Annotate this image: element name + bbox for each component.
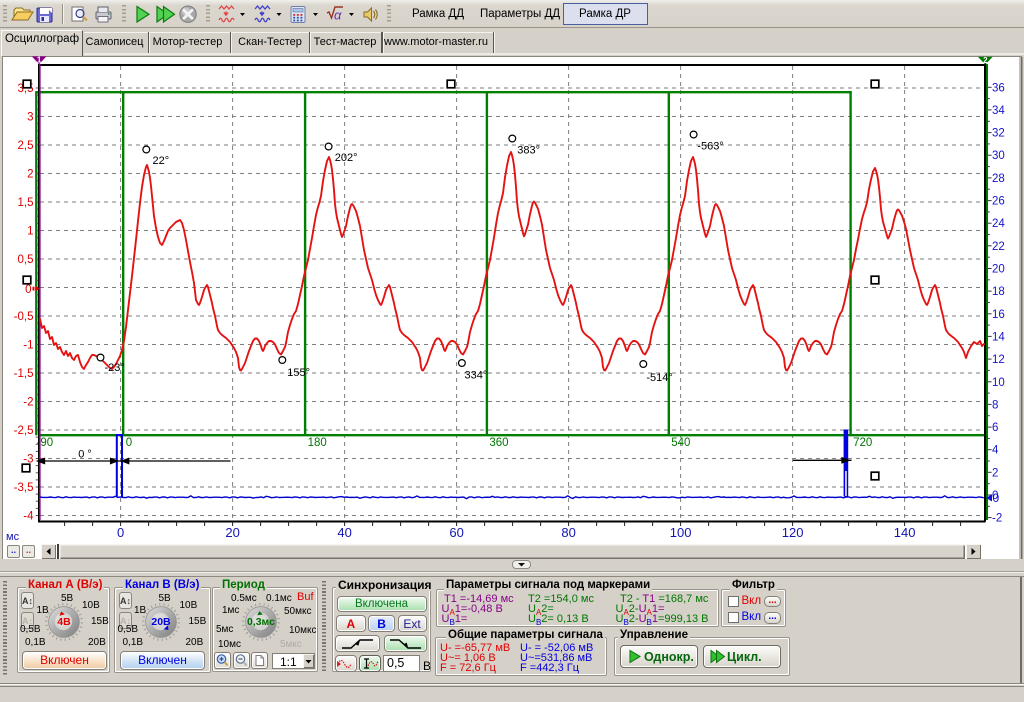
svg-text:20: 20 [225, 525, 239, 540]
svg-text:155°: 155° [287, 367, 310, 379]
svg-text:4: 4 [992, 445, 999, 457]
svg-text:140: 140 [894, 525, 916, 540]
svg-text:3: 3 [27, 112, 33, 124]
svg-text:-2: -2 [23, 397, 33, 409]
svg-text:мс: мс [6, 531, 20, 543]
svg-text:22: 22 [992, 241, 1005, 253]
svg-text:20: 20 [992, 264, 1005, 276]
svg-text:360: 360 [489, 437, 508, 449]
svg-text:12: 12 [992, 354, 1005, 366]
svg-text:0: 0 [993, 491, 1000, 505]
svg-text:1,5: 1,5 [18, 197, 34, 209]
svg-text:-1: -1 [23, 340, 33, 352]
svg-text:1: 1 [37, 56, 42, 65]
svg-text:24: 24 [992, 218, 1005, 230]
svg-text:0: 0 [117, 525, 124, 540]
svg-text:-3,5: -3,5 [14, 482, 34, 494]
svg-text:28: 28 [992, 173, 1005, 185]
svg-text:14: 14 [992, 331, 1005, 343]
svg-text:36: 36 [992, 82, 1005, 94]
svg-text:-4: -4 [23, 511, 34, 523]
svg-text:40: 40 [337, 525, 351, 540]
svg-text:34: 34 [992, 105, 1005, 117]
svg-text:1: 1 [27, 226, 33, 238]
svg-text:8: 8 [992, 399, 998, 411]
svg-text:22°: 22° [153, 155, 170, 167]
svg-text:16: 16 [992, 309, 1005, 321]
svg-text:2: 2 [992, 467, 998, 479]
svg-text:-0,5: -0,5 [14, 311, 34, 323]
svg-text:540: 540 [671, 437, 690, 449]
svg-text:720: 720 [853, 437, 872, 449]
svg-text:2: 2 [27, 169, 33, 181]
svg-text:60: 60 [449, 525, 463, 540]
svg-text:-1,5: -1,5 [14, 368, 34, 380]
svg-text:18: 18 [992, 286, 1005, 298]
svg-text:-514°: -514° [646, 372, 672, 384]
svg-text:0: 0 [25, 284, 31, 296]
svg-text:120: 120 [782, 525, 804, 540]
svg-text:0: 0 [126, 437, 132, 449]
svg-text:26: 26 [992, 196, 1005, 208]
svg-text:180: 180 [308, 437, 327, 449]
svg-text:32: 32 [992, 128, 1005, 140]
svg-text:-2: -2 [992, 513, 1002, 525]
svg-text:100: 100 [670, 525, 692, 540]
svg-text:-2,5: -2,5 [14, 425, 34, 437]
svg-text:202°: 202° [335, 152, 358, 164]
svg-text:383°: 383° [517, 145, 540, 157]
svg-text:10: 10 [992, 377, 1005, 389]
svg-text:30: 30 [992, 150, 1005, 162]
svg-text:0 °: 0 ° [78, 449, 92, 461]
svg-text:6: 6 [992, 422, 998, 434]
svg-text:2,5: 2,5 [18, 140, 34, 152]
svg-text:334°: 334° [465, 370, 488, 382]
svg-text:2: 2 [983, 56, 988, 65]
svg-text:-23°: -23° [105, 362, 125, 374]
svg-text:-563°: -563° [697, 141, 723, 153]
svg-text:0,5: 0,5 [18, 254, 34, 266]
svg-text:80: 80 [561, 525, 575, 540]
